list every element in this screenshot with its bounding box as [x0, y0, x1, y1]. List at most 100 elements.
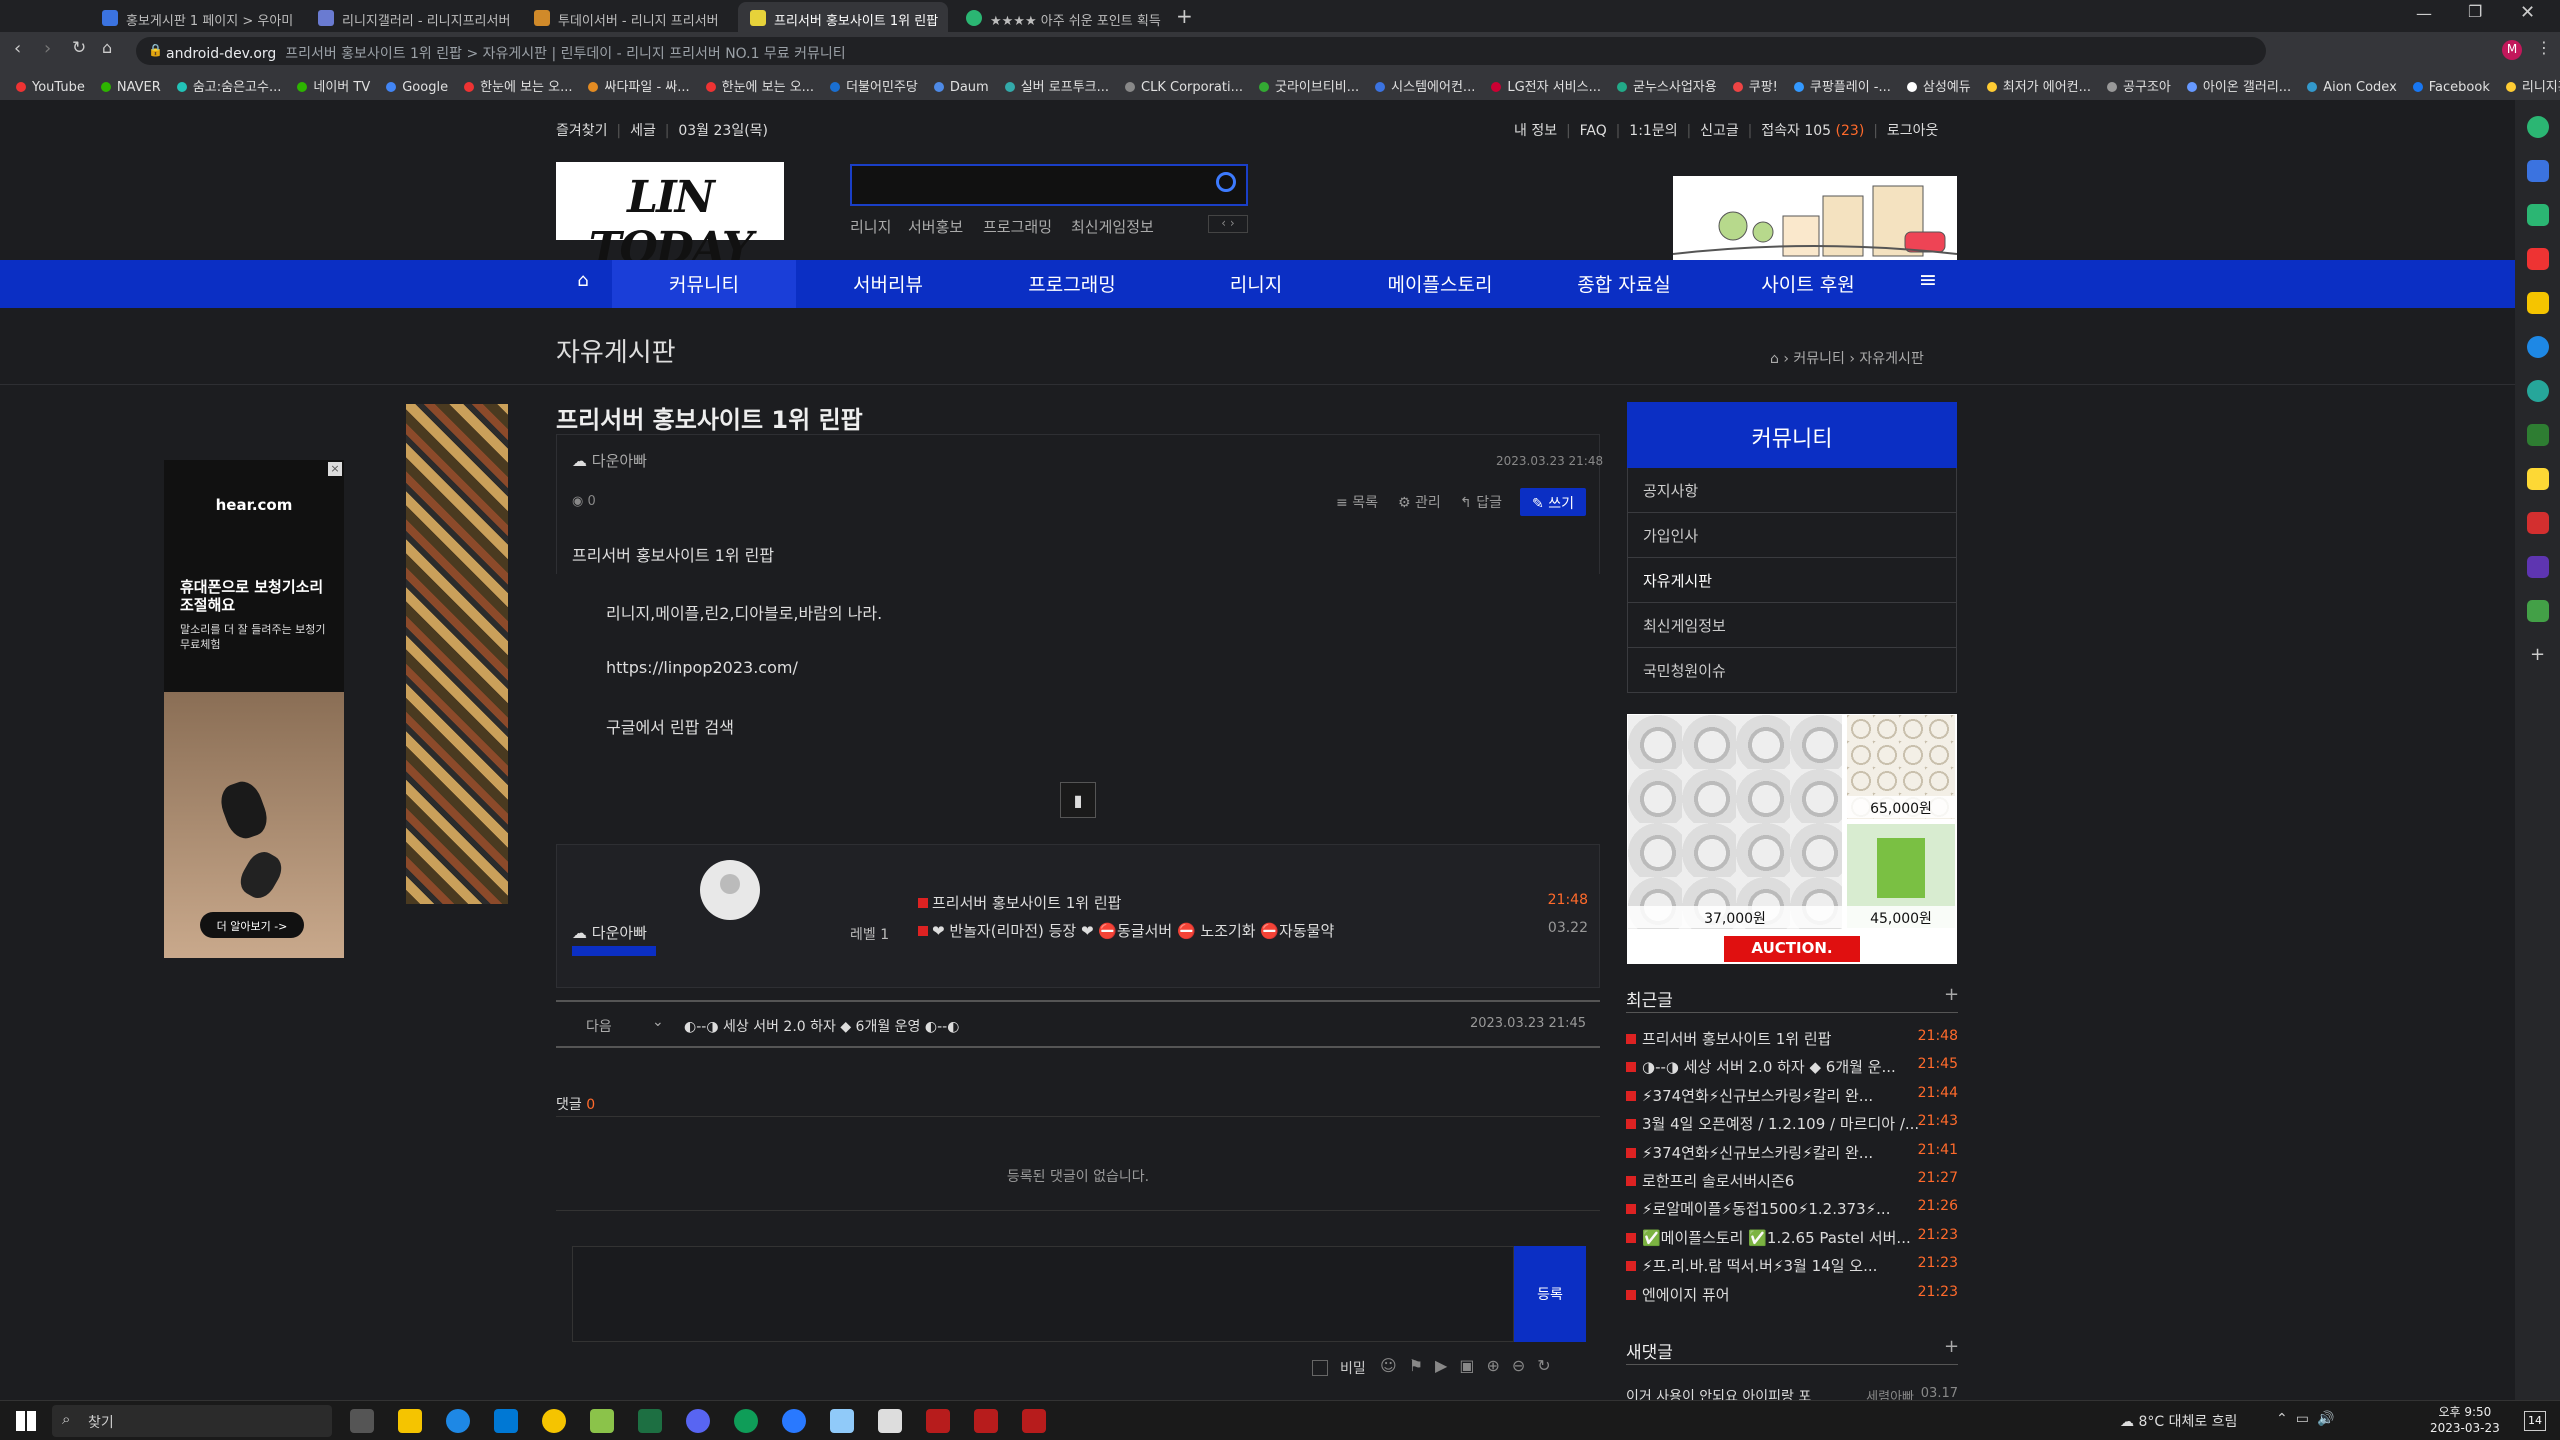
extension-icon[interactable]: [2527, 336, 2549, 358]
extension-icon[interactable]: [2527, 556, 2549, 578]
report-link[interactable]: 신고글: [1700, 123, 1739, 139]
taskbar-search[interactable]: ⌕ 찾기: [52, 1405, 332, 1437]
inquiry-link[interactable]: 1:1문의: [1629, 123, 1677, 139]
latest-post-item[interactable]: 로한프리 솔로서버시즌6 21:27: [1626, 1170, 1958, 1191]
game-icon[interactable]: [1022, 1409, 1046, 1433]
nav-archive[interactable]: 종합 자료실: [1532, 260, 1716, 308]
browser-icon[interactable]: [446, 1409, 470, 1433]
minimize-icon[interactable]: —: [2416, 4, 2432, 23]
sidebar-item-greetings[interactable]: 가입인사: [1627, 513, 1957, 558]
bookmark-item[interactable]: Google: [386, 80, 448, 95]
extension-icon[interactable]: [2527, 468, 2549, 490]
next-post-row[interactable]: 다음 ⌄ ◐--◑ 세상 서버 2.0 하자 ◆ 6개월 운영 ◐--◐ 202…: [556, 1002, 1600, 1048]
browser-tab[interactable]: 리니지갤러리 - 리니지프리서버: [306, 2, 516, 32]
extension-icon[interactable]: [2527, 424, 2549, 446]
nav-maplestory[interactable]: 메이플스토리: [1348, 260, 1532, 308]
bookmark-item[interactable]: 굳누스사업자용: [1617, 76, 1717, 95]
ad-cta-button[interactable]: 더 알아보기 ->: [200, 912, 304, 938]
excel-icon[interactable]: [638, 1409, 662, 1433]
game-icon[interactable]: [974, 1409, 998, 1433]
breadcrumb-item[interactable]: 자유게시판: [1859, 351, 1923, 367]
video-icon[interactable]: ▶: [1435, 1356, 1459, 1375]
reply-button[interactable]: ↰ 답글: [1460, 492, 1502, 512]
comment-submit-button[interactable]: 등록: [1514, 1246, 1586, 1342]
nav-lineage[interactable]: 리니지: [1164, 260, 1348, 308]
bookmark-item[interactable]: 한눈에 보는 오...: [705, 76, 814, 95]
game-icon[interactable]: [926, 1409, 950, 1433]
nav-sponsor[interactable]: 사이트 후원: [1716, 260, 1900, 308]
minus-icon[interactable]: ⊖: [1512, 1356, 1537, 1375]
quick-link[interactable]: 프로그래밍: [983, 216, 1052, 237]
refresh-icon[interactable]: ↻: [1537, 1356, 1562, 1375]
latest-post-item[interactable]: ⚡374연화⚡신규보스카링⚡칼리 완... 21:44: [1626, 1085, 1958, 1106]
home-icon[interactable]: ⌂: [102, 38, 112, 57]
latest-post-item[interactable]: 프리서버 홍보사이트 1위 린팝 21:48: [1626, 1028, 1958, 1049]
app-icon[interactable]: [494, 1409, 518, 1433]
breadcrumb-item[interactable]: 커뮤니티: [1793, 351, 1845, 367]
weather-widget[interactable]: ☁ 8°C 대체로 흐림: [2120, 1411, 2237, 1431]
shield-icon[interactable]: [878, 1409, 902, 1433]
more-plus-icon[interactable]: +: [1944, 1336, 1959, 1357]
bookmark-item[interactable]: 싸다파일 - 싸...: [588, 76, 690, 95]
logout-link[interactable]: 로그아웃: [1887, 123, 1939, 139]
auction-ad[interactable]: 65,000원 37,000원 45,000원 AUCTION.: [1627, 714, 1957, 964]
browser-tab[interactable]: 홍보게시판 1 페이지 > 우아미: [90, 2, 300, 32]
post-author[interactable]: ☁ 다운아빠: [572, 450, 647, 471]
bookmark-item[interactable]: 쿠팡플레이 -...: [1793, 76, 1891, 95]
bookmark-item[interactable]: 아이온 갤러리...: [2186, 76, 2291, 95]
bookmark-item[interactable]: 네이버 TV: [297, 76, 370, 95]
plus-icon[interactable]: ⊕: [1486, 1356, 1511, 1375]
bookmark-item[interactable]: 쿠팡!: [1732, 76, 1778, 95]
edge-icon[interactable]: [734, 1409, 758, 1433]
bookmark-item[interactable]: Daum: [933, 80, 989, 95]
quick-link[interactable]: 최신게임정보: [1071, 216, 1154, 237]
bookmark-item[interactable]: 더불어민주당: [830, 76, 918, 95]
new-posts-link[interactable]: 세글: [630, 123, 656, 139]
list-button[interactable]: ≡ 목록: [1336, 492, 1378, 512]
extension-icon[interactable]: [2527, 204, 2549, 226]
post-link[interactable]: https://linpop2023.com/: [606, 658, 798, 677]
author-post-item[interactable]: 프리서버 홍보사이트 1위 린팝 21:48: [918, 892, 1588, 913]
tray-icons[interactable]: ⌃▭🔊: [2276, 1411, 2342, 1427]
nav-community[interactable]: 커뮤니티: [612, 260, 796, 308]
sidebar-item-free-board[interactable]: 자유게시판: [1627, 558, 1957, 603]
search-icon[interactable]: [1216, 172, 1236, 192]
reload-icon[interactable]: ↻: [72, 38, 86, 58]
discord-icon[interactable]: [686, 1409, 710, 1433]
bookmark-item[interactable]: LG전자 서비스...: [1491, 76, 1601, 95]
sidebar-item-notice[interactable]: 공지사항: [1627, 468, 1957, 513]
author-name[interactable]: ☁ 다운아빠: [572, 922, 647, 943]
manage-button[interactable]: ⚙ 관리: [1398, 492, 1441, 512]
latest-post-item[interactable]: 엔에이지 퓨어 21:23: [1626, 1284, 1958, 1305]
latest-post-item[interactable]: ⚡프.리.바.람 떡서.버⚡3월 14일 오... 21:23: [1626, 1255, 1958, 1276]
favorites-link[interactable]: 즐겨찾기: [556, 123, 608, 139]
search-input[interactable]: [850, 164, 1248, 206]
secret-checkbox[interactable]: [1312, 1360, 1328, 1376]
emoji-icon[interactable]: ☺: [1380, 1356, 1409, 1375]
bookmark-item[interactable]: 리니지홍보: [2505, 76, 2560, 95]
latest-post-item[interactable]: ⚡로알메이플⚡동접1500⚡1.2.373⚡... 21:26: [1626, 1198, 1958, 1219]
more-plus-icon[interactable]: +: [1944, 984, 1959, 1005]
author-avatar[interactable]: [700, 860, 760, 920]
extension-icon[interactable]: [2527, 160, 2549, 182]
add-extension-icon[interactable]: +: [2530, 644, 2545, 665]
browser-tab-active[interactable]: 프리서버 홍보사이트 1위 린팝: [738, 2, 948, 32]
bookmark-item[interactable]: 공구조아: [2107, 76, 2171, 95]
bookmark-item[interactable]: YouTube: [16, 80, 85, 95]
menu-icon[interactable]: ⋮: [2536, 38, 2552, 57]
latest-post-item[interactable]: 3월 4일 오픈예정 / 1.2.109 / 마르디아 /... 21:43: [1626, 1113, 1958, 1134]
quick-links-pager[interactable]: ‹ ›: [1208, 215, 1248, 233]
header-banner[interactable]: [1673, 176, 1957, 260]
extension-icon[interactable]: [2527, 248, 2549, 270]
app-icon[interactable]: [782, 1409, 806, 1433]
windows-start-icon[interactable]: [16, 1411, 36, 1431]
task-view-icon[interactable]: [350, 1409, 374, 1433]
site-logo[interactable]: LIN TODAY: [556, 162, 784, 274]
extension-icon[interactable]: [2527, 116, 2549, 138]
browser-tab[interactable]: 투데이서버 - 리니지 프리서버: [522, 2, 732, 32]
author-post-item[interactable]: ❤ 반놀자(리마전) 등장 ❤ ⛔동글서버 ⛔ 노조기화 ⛔자동물약 03.22: [918, 920, 1588, 941]
bookmark-item[interactable]: 실버 로프투크...: [1004, 76, 1109, 95]
bookmark-item[interactable]: 시스템에어컨...: [1375, 76, 1475, 95]
sidebar-item-petition[interactable]: 국민청원이슈: [1627, 648, 1957, 693]
hamburger-menu-icon[interactable]: ≡: [1900, 260, 1956, 308]
